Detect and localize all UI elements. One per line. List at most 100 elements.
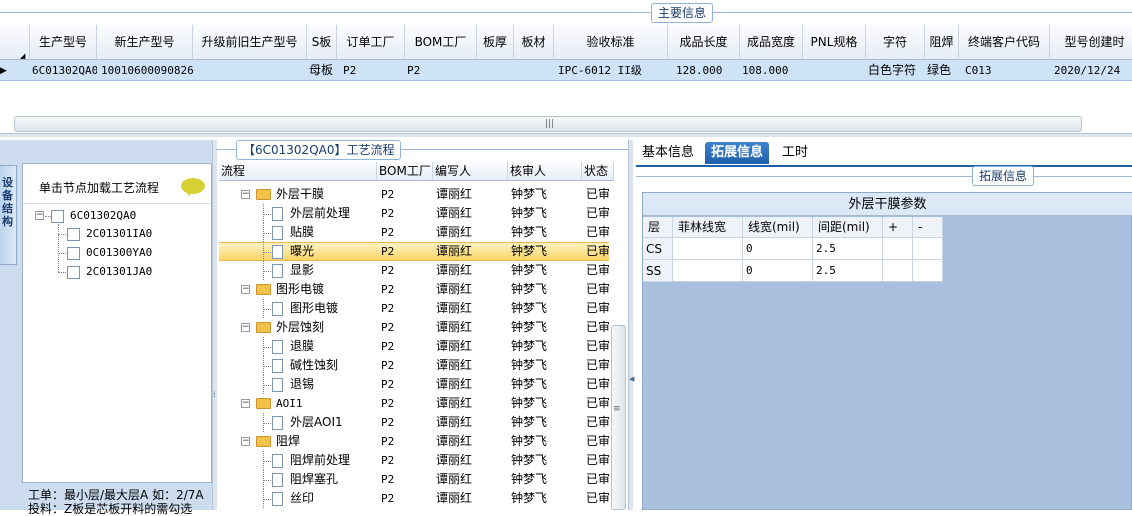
process-step[interactable]: 外层干膜 bbox=[256, 185, 376, 204]
process-step[interactable]: 阻焊 bbox=[256, 432, 376, 451]
collapse-icon[interactable]: − bbox=[241, 285, 250, 294]
table-cell[interactable]: 母板 bbox=[309, 60, 337, 81]
table-cell[interactable] bbox=[516, 60, 554, 81]
scroll-thumb[interactable]: ||| bbox=[545, 119, 554, 129]
cell-bom: P2 bbox=[381, 188, 395, 201]
tree-node-child[interactable]: 0C01300YA0 bbox=[67, 245, 152, 260]
splitter-left[interactable]: ⁞ bbox=[212, 140, 217, 510]
add-layer-button[interactable]: + bbox=[883, 217, 913, 238]
column-header[interactable]: 新生产型号 bbox=[97, 25, 193, 60]
param-cell[interactable] bbox=[883, 260, 913, 282]
process-step[interactable]: 退膜 bbox=[272, 337, 376, 356]
param-cell[interactable]: 2.5 bbox=[813, 260, 883, 282]
table-cell[interactable]: 108.000 bbox=[742, 60, 803, 81]
param-cell[interactable] bbox=[673, 238, 743, 260]
process-step[interactable]: 外层AOI1 bbox=[272, 413, 376, 432]
column-header[interactable]: 字符 bbox=[866, 25, 925, 60]
remove-layer-button[interactable]: - bbox=[913, 217, 943, 238]
table-cell[interactable]: 白色字符 bbox=[868, 60, 925, 81]
process-step-label: 碱性蚀刻 bbox=[290, 358, 339, 372]
cell-reviewer: 钟梦飞 bbox=[511, 206, 548, 220]
process-step[interactable]: 阻焊塞孔 bbox=[272, 470, 376, 489]
tab-device-structure[interactable]: 设备结构 bbox=[0, 165, 17, 265]
process-step[interactable]: 外层前处理 bbox=[272, 204, 376, 223]
tree-node-child[interactable]: 2C01301IA0 bbox=[67, 226, 152, 241]
table-cell[interactable]: 128.000 bbox=[676, 60, 740, 81]
cell-reviewer: 钟梦飞 bbox=[511, 320, 548, 334]
column-header[interactable]: BOM工厂 bbox=[405, 25, 477, 60]
column-header[interactable]: S板 bbox=[307, 25, 337, 60]
column-header[interactable]: 核审人 bbox=[508, 162, 582, 181]
process-step[interactable]: 图形电镀 bbox=[272, 299, 376, 318]
param-cell[interactable]: 0 bbox=[743, 260, 813, 282]
process-step[interactable]: 曝光 bbox=[272, 242, 376, 261]
tab-basic-info[interactable]: 基本信息 bbox=[636, 142, 700, 164]
column-header[interactable]: 流程 bbox=[219, 162, 377, 181]
param-cell[interactable]: 2.5 bbox=[813, 238, 883, 260]
process-step-label: 外层AOI1 bbox=[290, 415, 343, 429]
process-step-label: 贴膜 bbox=[290, 225, 315, 239]
process-step[interactable]: 退锡 bbox=[272, 375, 376, 394]
table-cell[interactable]: P2 bbox=[407, 60, 477, 81]
param-cell[interactable] bbox=[913, 238, 943, 260]
vertical-scrollbar[interactable]: ≡ bbox=[611, 325, 626, 510]
table-cell[interactable]: P2 bbox=[343, 60, 405, 81]
table-cell[interactable]: 10010600090826 bbox=[101, 60, 193, 81]
table-cell[interactable]: 6C01302QA0 bbox=[32, 60, 97, 81]
collapse-icon[interactable]: − bbox=[241, 323, 250, 332]
table-cell[interactable]: 2020/12/24 bbox=[1054, 60, 1132, 81]
table-cell[interactable] bbox=[805, 60, 866, 81]
param-cell[interactable] bbox=[883, 238, 913, 260]
column-header[interactable]: 订单工厂 bbox=[337, 25, 405, 60]
cell-bom: P2 bbox=[381, 226, 395, 239]
process-step[interactable]: 显影 bbox=[272, 261, 376, 280]
cell-writer: 谭丽红 bbox=[436, 282, 473, 296]
process-step[interactable]: 贴膜 bbox=[272, 223, 376, 242]
collapse-icon[interactable]: − bbox=[241, 399, 250, 408]
column-header[interactable]: 阻焊 bbox=[925, 25, 959, 60]
tab-work-hours[interactable]: 工时 bbox=[776, 142, 814, 164]
process-step[interactable]: 图形电镀 bbox=[256, 280, 376, 299]
document-icon bbox=[272, 377, 283, 392]
tree-node-root[interactable]: 6C01302QA0 bbox=[51, 208, 136, 223]
column-header[interactable]: PNL规格 bbox=[803, 25, 866, 60]
table-cell[interactable] bbox=[479, 60, 514, 81]
cell-writer: 谭丽红 bbox=[436, 339, 473, 353]
column-header[interactable]: 编写人 bbox=[433, 162, 508, 181]
process-step[interactable]: AOI1 bbox=[256, 394, 376, 413]
column-header[interactable]: 成品长度 bbox=[668, 25, 740, 60]
table-cell[interactable]: IPC-6012 II级 bbox=[558, 60, 668, 81]
main-info-panel: 主要信息 ◢ 生产型号 新生产型号 升级前旧生产型号 S板 订单工厂 BOM工厂 板厚 板材验… bbox=[0, 0, 1132, 133]
column-header[interactable]: 板材 bbox=[514, 25, 554, 60]
tab-extended-info[interactable]: 拓展信息 bbox=[705, 142, 770, 164]
tree-node-child[interactable]: 2C01301JA0 bbox=[67, 264, 152, 279]
collapse-icon[interactable]: − bbox=[35, 211, 44, 220]
process-step[interactable]: 外层蚀刻 bbox=[256, 318, 376, 337]
param-cell[interactable] bbox=[673, 260, 743, 282]
column-header[interactable]: 状态 bbox=[582, 162, 614, 181]
collapse-icon[interactable]: − bbox=[241, 437, 250, 446]
column-header[interactable]: 生产型号 bbox=[30, 25, 97, 60]
column-header[interactable]: 验收标准 bbox=[554, 25, 668, 60]
param-cell[interactable] bbox=[913, 260, 943, 282]
column-header[interactable]: 终端客户代码 bbox=[959, 25, 1050, 60]
splitter-right[interactable]: ◀ bbox=[628, 140, 634, 510]
column-header[interactable]: 成品宽度 bbox=[740, 25, 803, 60]
horizontal-scrollbar[interactable]: ||| bbox=[14, 116, 1082, 132]
table-cell[interactable]: C013 bbox=[965, 60, 1050, 81]
param-cell[interactable]: 0 bbox=[743, 238, 813, 260]
column-header[interactable]: 板厚 bbox=[477, 25, 514, 60]
table-cell[interactable]: 绿色 bbox=[927, 60, 959, 81]
cell-status: 已审 bbox=[586, 206, 610, 220]
cell-reviewer: 钟梦飞 bbox=[511, 358, 548, 372]
column-header[interactable]: BOM工厂 bbox=[377, 162, 433, 181]
process-step[interactable]: 丝印 bbox=[272, 489, 376, 508]
cell-writer: 谭丽红 bbox=[436, 491, 473, 505]
column-header[interactable]: 型号创建时 bbox=[1050, 25, 1132, 60]
collapse-icon[interactable]: − bbox=[241, 190, 250, 199]
table-cell[interactable] bbox=[197, 60, 307, 81]
process-step[interactable]: 碱性蚀刻 bbox=[272, 356, 376, 375]
column-header[interactable]: 升级前旧生产型号 bbox=[193, 25, 307, 60]
process-step[interactable]: 阻焊前处理 bbox=[272, 451, 376, 470]
splitter[interactable] bbox=[0, 133, 1132, 137]
